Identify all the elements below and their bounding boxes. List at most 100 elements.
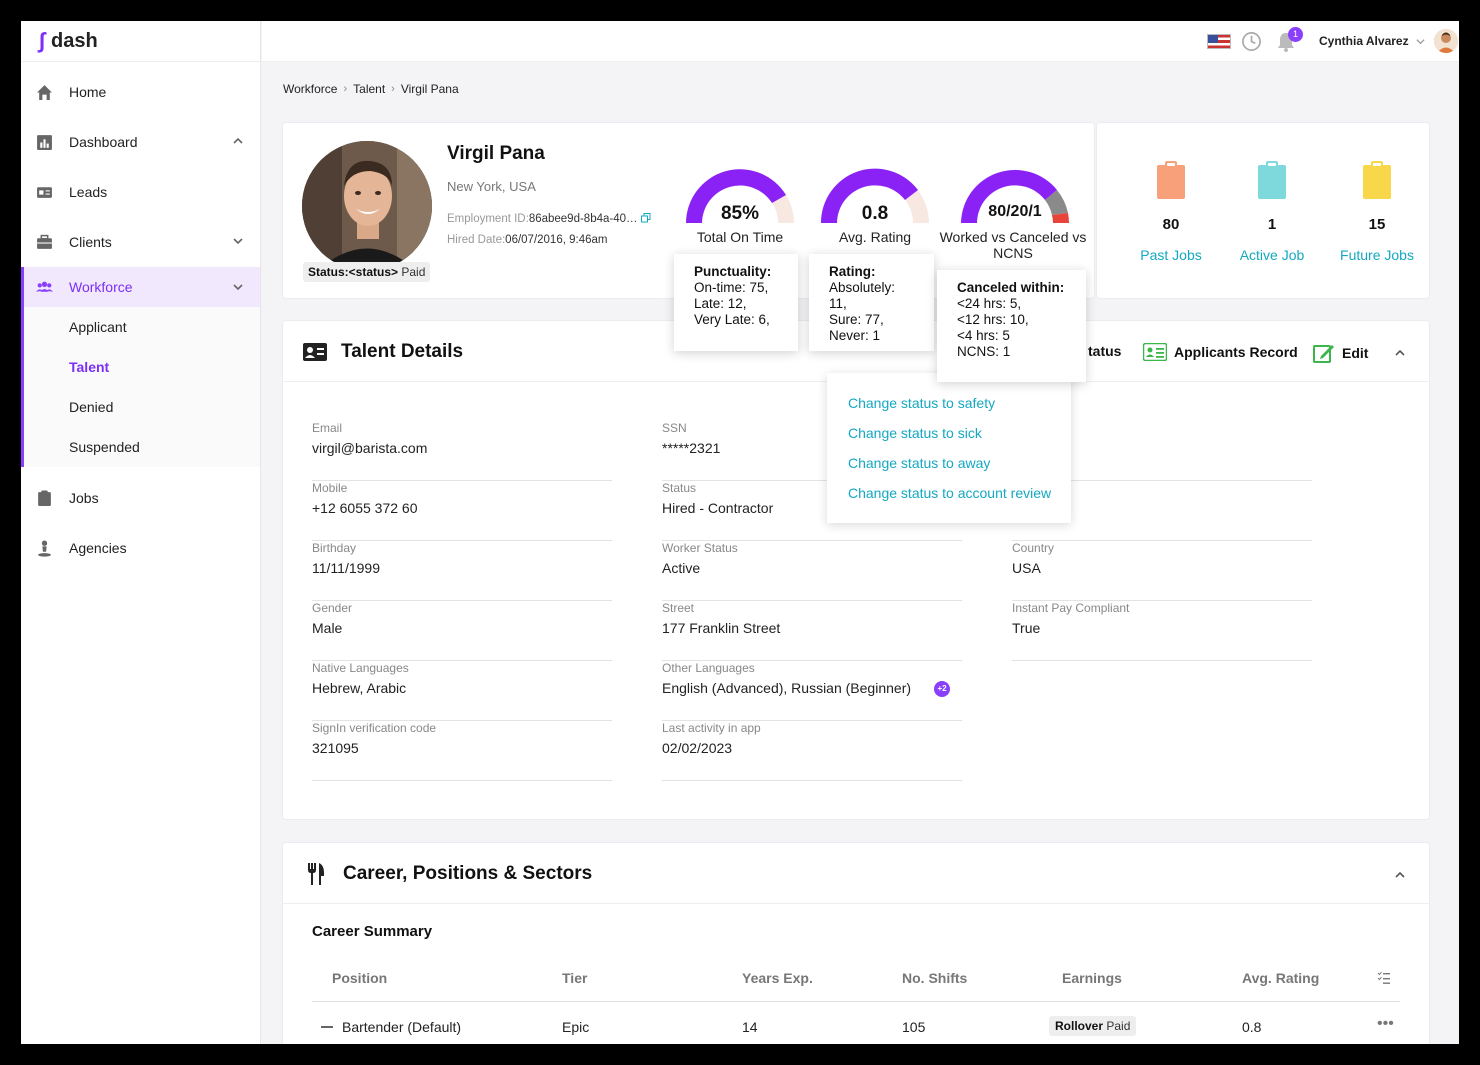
clock-icon[interactable] [1241, 31, 1262, 52]
on-time-value: 85% [720, 203, 760, 224]
profile-photo [302, 141, 432, 271]
chevron-down-icon [233, 238, 243, 245]
field-label: Street [662, 601, 695, 615]
sidebar-item-label: Workforce [69, 279, 133, 295]
sidebar-item-clients[interactable]: Clients [21, 217, 260, 267]
change-status-button[interactable]: tatus [1088, 343, 1121, 359]
breadcrumb: Workforce › Talent › Virgil Pana [283, 82, 459, 96]
rating-label: Avg. Rating [838, 229, 912, 245]
breadcrumb-talent[interactable]: Talent [353, 82, 385, 96]
punctuality-tooltip: Punctuality: On-time: 75, Late: 12, Very… [674, 254, 798, 351]
field-label: SignIn verification code [312, 721, 437, 735]
worked-canceled-value: 80/20/1 [988, 203, 1042, 220]
user-name[interactable]: Cynthia Alvarez [1319, 34, 1409, 48]
field-value: 02/02/2023 [662, 740, 733, 756]
people-icon [36, 281, 53, 292]
column-header-tier: Tier [562, 970, 588, 986]
list-settings-icon[interactable] [1377, 971, 1391, 985]
chevron-down-icon [233, 284, 243, 291]
field-value: Hired - Contractor [662, 500, 774, 516]
field-label: Birthday [312, 541, 357, 555]
collapse-row-icon[interactable] [321, 1026, 333, 1028]
hired-date-value: 06/07/2016, 9:46am [505, 234, 608, 246]
tooltip-line: Very Late: 6, [694, 312, 770, 327]
field-label: Worker Status [662, 541, 738, 555]
field-label: Native Languages [312, 661, 409, 675]
field-value: virgil@barista.com [312, 440, 428, 456]
career-header: Career, Positions & Sectors [283, 843, 1429, 904]
tooltip-line: Never: 1 [829, 328, 881, 343]
career-summary-title: Career Summary [312, 923, 433, 940]
edit-label: Edit [1342, 345, 1369, 361]
on-time-label: Total On Time [696, 229, 784, 245]
tooltip-line: NCNS: 1 [957, 344, 1011, 359]
chevron-down-icon[interactable] [1415, 36, 1426, 47]
status-dropdown-menu: Change status to safety Change status to… [827, 373, 1071, 523]
sidebar-item-dashboard[interactable]: Dashboard [21, 117, 260, 167]
section-title: Career, Positions & Sectors [343, 863, 593, 884]
field-value: Male [312, 620, 343, 636]
sidebar-item-leads[interactable]: Leads [21, 167, 260, 217]
more-options-icon[interactable]: ••• [1377, 1015, 1394, 1033]
worked-canceled-label: Worked vs Canceled vs NCNS [939, 229, 1087, 261]
sidebar-subitem-denied[interactable]: Denied [24, 387, 260, 427]
chevron-right-icon: › [343, 83, 348, 95]
notification-count-badge: 1 [1288, 27, 1303, 42]
menu-item-account-review[interactable]: Change status to account review [827, 485, 1071, 515]
copy-icon[interactable] [640, 213, 651, 223]
menu-item-away[interactable]: Change status to away [827, 455, 1071, 485]
signin-code-field: SignIn verification code 321095 [312, 721, 612, 781]
logo-text: dash [51, 29, 98, 52]
active-job-stat[interactable]: 1 Active Job [1227, 161, 1317, 263]
breadcrumb-workforce[interactable]: Workforce [283, 82, 337, 96]
profile-name: Virgil Pana [447, 143, 545, 164]
field-value: Active [662, 560, 701, 576]
sidebar: ∫ dash Home Dashboard Leads Clients Work… [21, 21, 261, 1044]
column-header-shifts: No. Shifts [902, 970, 968, 986]
sidebar-item-label: Clients [69, 234, 112, 250]
future-jobs-stat[interactable]: 15 Future Jobs [1332, 161, 1422, 263]
column-header-earnings: Earnings [1062, 970, 1122, 986]
tooltip-line: <24 hrs: 5, [957, 296, 1022, 311]
last-activity-field: Last activity in app 02/02/2023 [662, 721, 962, 781]
rating-value: 0.8 [861, 203, 889, 224]
sidebar-subitem-suspended[interactable]: Suspended [24, 427, 260, 467]
sidebar-item-workforce[interactable]: Workforce [21, 267, 260, 307]
worker-status-field: Worker Status Active [662, 541, 962, 601]
active-job-link[interactable]: Active Job [1227, 247, 1317, 263]
sidebar-subitem-talent[interactable]: Talent [24, 347, 260, 387]
instant-pay-field: Instant Pay Compliant True [1012, 601, 1312, 661]
sidebar-subitem-applicant[interactable]: Applicant [24, 307, 260, 347]
column-header-position: Position [332, 970, 388, 986]
street-field: Street 177 Franklin Street [662, 601, 962, 661]
profile-location: New York, USA [447, 179, 536, 194]
employment-id: Employment ID:86abee9d-8b4a-40… [447, 213, 651, 225]
chevron-up-icon[interactable] [1394, 347, 1406, 359]
us-flag-icon[interactable] [1207, 34, 1231, 49]
breadcrumb-current: Virgil Pana [400, 82, 459, 96]
tooltip-title: Canceled within: [957, 280, 1065, 295]
sidebar-item-home[interactable]: Home [21, 67, 260, 117]
future-jobs-link[interactable]: Future Jobs [1332, 247, 1422, 263]
tooltip-title: Punctuality: [694, 264, 772, 279]
employment-id-value: 86abee9d-8b4a-40… [528, 213, 638, 225]
logo[interactable]: ∫ dash [21, 21, 260, 62]
field-label: Other Languages [662, 661, 755, 675]
sidebar-item-jobs[interactable]: Jobs [21, 473, 260, 523]
more-languages-badge[interactable]: +2 [934, 681, 950, 697]
menu-item-sick[interactable]: Change status to sick [827, 425, 1071, 455]
past-jobs-stat[interactable]: 80 Past Jobs [1126, 161, 1216, 263]
field-value: *****2321 [662, 440, 721, 456]
applicants-record-button[interactable]: Applicants Record [1143, 343, 1298, 361]
sidebar-item-agencies[interactable]: Agencies [21, 523, 260, 573]
field-label: Mobile [312, 481, 348, 495]
edit-button[interactable]: Edit [1313, 343, 1368, 363]
chevron-up-icon[interactable] [1394, 869, 1406, 881]
canceled-tooltip: Canceled within: <24 hrs: 5, <12 hrs: 10… [937, 270, 1086, 382]
chart-icon [37, 135, 52, 150]
avatar[interactable] [1434, 29, 1458, 53]
menu-item-safety[interactable]: Change status to safety [827, 395, 1071, 425]
past-jobs-link[interactable]: Past Jobs [1126, 247, 1216, 263]
clipboard-icon [1258, 161, 1286, 199]
status-value: Paid [401, 265, 426, 279]
